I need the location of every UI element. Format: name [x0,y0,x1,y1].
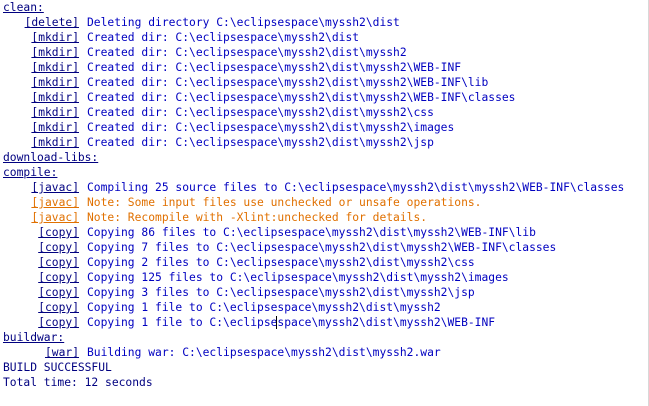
task-label: [mkdir] [31,91,79,104]
build-summary-text: BUILD SUCCESSFUL [3,361,112,374]
console-line: [javac] Compiling 25 source files to C:\e… [0,180,649,195]
log-message: Created dir: C:\eclipsespace\myssh2\dist… [87,91,516,104]
console-line: [mkdir] Created dir: C:\eclipsespace\myss… [0,135,649,150]
console-line: BUILD SUCCESSFUL [0,360,649,375]
ant-task-link[interactable]: [copy] [38,225,79,240]
console-line: [copy] Copying 86 files to C:\eclipsespac… [0,225,649,240]
ant-task-link[interactable]: [mkdir] [31,135,79,150]
text-caret [276,316,277,329]
log-message: Created dir: C:\eclipsespace\myssh2\dist… [87,46,407,59]
console-line: [javac] Note: Recompile with -Xlint:unche… [0,210,649,225]
task-label: [javac] [31,196,79,209]
log-message: Copying 7 files to C:\eclipsespace\myssh… [87,241,557,254]
console-line: [mkdir] Created dir: C:\eclipsespace\myss… [0,120,649,135]
ant-task-link[interactable]: [mkdir] [31,30,79,45]
ant-target-link[interactable]: compile: [3,165,57,180]
ant-task-link[interactable]: [copy] [38,240,79,255]
task-label: [mkdir] [31,76,79,89]
ant-task-link[interactable]: [mkdir] [31,120,79,135]
console-line: Total time: 12 seconds [0,375,649,390]
ant-console-output[interactable]: clean: [delete] Deleting directory C:\ecli… [0,0,649,406]
console-line: [copy] Copying 2 files to C:\eclipsespace… [0,255,649,270]
log-message: Created dir: C:\eclipsespace\myssh2\dist [87,31,360,44]
task-label: [copy] [38,316,79,329]
console-line: [mkdir] Created dir: C:\eclipsespace\myss… [0,90,649,105]
log-message: Created dir: C:\eclipsespace\myssh2\dist… [87,76,489,89]
ant-task-link[interactable]: [mkdir] [31,105,79,120]
ant-target-link[interactable]: buildwar: [3,330,64,345]
task-label: [war] [44,346,79,359]
log-message: Building war: C:\eclipsespace\myssh2\dis… [87,346,441,359]
task-label: [delete] [24,16,79,29]
build-summary-text: Total time: 12 seconds [3,376,153,389]
ant-task-link[interactable]: [copy] [38,300,79,315]
log-message: Copying 1 file to C:\eclipsespace\myssh2… [87,301,441,314]
ant-task-link[interactable]: [copy] [38,270,79,285]
console-line: [mkdir] Created dir: C:\eclipsespace\myss… [0,60,649,75]
task-label: [copy] [38,226,79,239]
ant-task-link[interactable]: [javac] [31,195,79,210]
log-message: Copying 1 file to C:\eclipsespace\myssh2… [87,316,496,329]
log-message: Created dir: C:\eclipsespace\myssh2\dist… [87,136,434,149]
console-line: download-libs: [0,150,649,165]
log-message: Copying 125 files to C:\eclipsespace\mys… [87,271,509,284]
task-label: [copy] [38,301,79,314]
task-label: [copy] [38,256,79,269]
console-line: buildwar: [0,330,649,345]
warning-message: Note: Some input files use unchecked or … [87,196,482,209]
console-line: [mkdir] Created dir: C:\eclipsespace\myss… [0,105,649,120]
log-message: Copying 2 files to C:\eclipsespace\myssh… [87,256,475,269]
task-label: [javac] [31,211,79,224]
log-message: Copying 3 files to C:\eclipsespace\myssh… [87,286,475,299]
task-label: [mkdir] [31,31,79,44]
task-label: [mkdir] [31,106,79,119]
log-message: Created dir: C:\eclipsespace\myssh2\dist… [87,106,434,119]
task-label: [mkdir] [31,46,79,59]
log-message: Copying 86 files to C:\eclipsespace\myss… [87,226,536,239]
ant-task-link[interactable]: [war] [45,345,79,360]
console-line: [mkdir] Created dir: C:\eclipsespace\myss… [0,30,649,45]
console-line: [mkdir] Created dir: C:\eclipsespace\myss… [0,75,649,90]
log-message: Created dir: C:\eclipsespace\myssh2\dist… [87,61,462,74]
console-line: clean: [0,0,649,15]
ant-task-link[interactable]: [mkdir] [31,75,79,90]
console-line: compile: [0,165,649,180]
ant-task-link[interactable]: [copy] [38,255,79,270]
ant-task-link[interactable]: [copy] [38,315,79,330]
ant-target-link[interactable]: download-libs: [3,150,98,165]
task-label: [mkdir] [31,136,79,149]
log-message: Created dir: C:\eclipsespace\myssh2\dist… [87,121,455,134]
ant-task-link[interactable]: [mkdir] [31,45,79,60]
console-line: [mkdir] Created dir: C:\eclipsespace\myss… [0,45,649,60]
ant-task-link[interactable]: [mkdir] [31,90,79,105]
log-message: Deleting directory C:\eclipsespace\myssh… [87,16,400,29]
task-label: [mkdir] [31,61,79,74]
task-label: [copy] [38,241,79,254]
ant-task-link[interactable]: [mkdir] [31,60,79,75]
task-label: [mkdir] [31,121,79,134]
console-line: [copy] Copying 7 files to C:\eclipsespace… [0,240,649,255]
log-message: Compiling 25 source files to C:\eclipses… [87,181,625,194]
warning-message: Note: Recompile with -Xlint:unchecked fo… [87,211,428,224]
console-line: [javac] Note: Some input files use unchec… [0,195,649,210]
console-line: [copy] Copying 3 files to C:\eclipsespace… [0,285,649,300]
console-line: [copy] Copying 1 file to C:\eclipsespace\… [0,315,649,330]
ant-task-link[interactable]: [javac] [31,210,79,225]
task-label: [copy] [38,271,79,284]
task-label: [javac] [31,181,79,194]
console-line: [copy] Copying 125 files to C:\eclipsespa… [0,270,649,285]
console-line: [delete] Deleting directory C:\eclipsespa… [0,15,649,30]
console-line: [copy] Copying 1 file to C:\eclipsespace\… [0,300,649,315]
ant-task-link[interactable]: [javac] [31,180,79,195]
ant-task-link[interactable]: [delete] [25,15,79,30]
console-line: [war] Building war: C:\eclipsespace\myssh… [0,345,649,360]
task-label: [copy] [38,286,79,299]
ant-target-link[interactable]: clean: [3,0,44,15]
ant-task-link[interactable]: [copy] [38,285,79,300]
